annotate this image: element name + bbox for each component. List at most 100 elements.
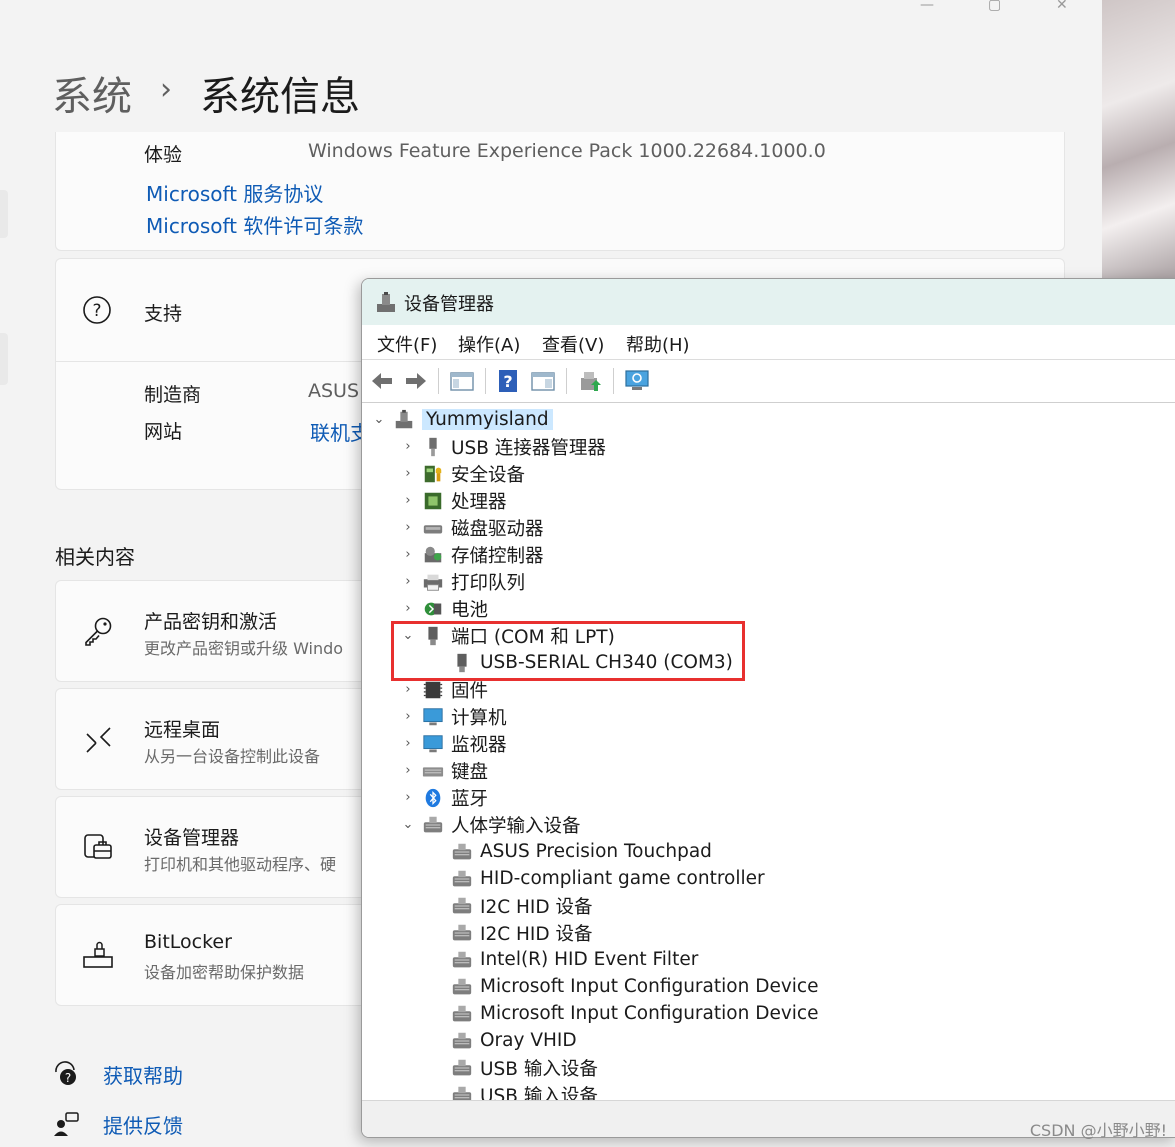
- chevron-down-icon[interactable]: ⌄: [401, 817, 415, 832]
- chevron-right-icon[interactable]: ›: [401, 439, 415, 454]
- help-icon[interactable]: ?: [496, 368, 522, 394]
- tree-device[interactable]: HID-compliant game controller: [430, 865, 765, 892]
- tree-category[interactable]: › 电池: [401, 595, 488, 622]
- forward-arrow-icon[interactable]: [403, 368, 429, 394]
- tree-device[interactable]: USB 输入设备: [430, 1081, 598, 1101]
- chevron-right-icon[interactable]: ›: [401, 736, 415, 751]
- service-agreement-link[interactable]: Microsoft 服务协议: [146, 178, 323, 207]
- related-subtitle-bitlocker: 设备加密帮助保护数据: [144, 963, 305, 982]
- bitlocker-icon: [83, 941, 113, 968]
- nav-edge-2[interactable]: [0, 333, 8, 385]
- tree-category[interactable]: › 计算机: [401, 703, 506, 730]
- node-label: 安全设备: [451, 464, 526, 486]
- chevron-right-icon[interactable]: ›: [401, 466, 415, 481]
- license-terms-link[interactable]: Microsoft 软件许可条款: [146, 210, 363, 239]
- tree-device[interactable]: USB 输入设备: [430, 1054, 598, 1081]
- node-label: Microsoft Input Configuration Device: [480, 976, 819, 997]
- page-title: 系统信息: [200, 74, 360, 120]
- related-title-remote-desktop: 远程桌面: [144, 719, 221, 741]
- tree-device[interactable]: Microsoft Input Configuration Device: [430, 1000, 818, 1027]
- related-title-product-key: 产品密钥和激活: [144, 611, 278, 633]
- node-label: 键盘: [451, 761, 489, 783]
- chevron-right-icon[interactable]: ›: [401, 790, 415, 805]
- node-label: Oray VHID: [480, 1030, 577, 1051]
- toolbar-separator: [566, 368, 567, 394]
- chevron-right-icon[interactable]: ›: [401, 574, 415, 589]
- chevron-right-icon[interactable]: ›: [401, 682, 415, 697]
- node-label: 打印队列: [451, 572, 526, 594]
- node-label: I2C HID 设备: [480, 923, 593, 945]
- nav-edge[interactable]: [0, 190, 8, 238]
- menu-help[interactable]: 帮助(H): [626, 331, 690, 357]
- breadcrumb-separator: ›: [160, 72, 172, 107]
- minimize-button[interactable]: —: [920, 0, 934, 12]
- toolbar-separator: [613, 368, 614, 394]
- device-manager-icon: [84, 834, 112, 859]
- close-button[interactable]: ✕: [1056, 0, 1068, 12]
- node-label: 人体学输入设备: [451, 815, 581, 837]
- window-title: 设备管理器: [404, 294, 494, 315]
- chevron-right-icon[interactable]: ›: [401, 547, 415, 562]
- chevron-right-icon[interactable]: ›: [401, 709, 415, 724]
- node-label: USB 输入设备: [480, 1085, 598, 1102]
- hid-icon: [450, 949, 474, 971]
- maximize-button[interactable]: ▢: [988, 0, 1001, 12]
- tree-category[interactable]: › 键盘: [401, 757, 488, 784]
- node-label: 处理器: [451, 491, 507, 513]
- tree-category[interactable]: › 存储控制器: [401, 541, 544, 568]
- svg-text:?: ?: [65, 1071, 71, 1085]
- node-label: Yummyisland: [422, 409, 553, 430]
- tree-category[interactable]: ⌄ 人体学输入设备: [401, 811, 581, 838]
- help-circle-icon: ?: [83, 296, 111, 324]
- tree-device[interactable]: Oray VHID: [430, 1027, 577, 1054]
- hid-icon: [450, 922, 474, 944]
- menu-view[interactable]: 查看(V): [542, 331, 604, 357]
- tree-category[interactable]: › 安全设备: [401, 460, 525, 487]
- disk-drive-icon: [421, 517, 445, 539]
- chevron-right-icon[interactable]: ›: [401, 601, 415, 616]
- related-subtitle-device-manager: 打印机和其他驱动程序、硬: [144, 855, 337, 874]
- tree-category[interactable]: › 磁盘驱动器: [401, 514, 543, 541]
- tree-category[interactable]: › 蓝牙: [401, 784, 488, 811]
- hid-icon: [450, 1057, 474, 1079]
- tree-category[interactable]: › 处理器: [401, 487, 507, 514]
- chevron-right-icon[interactable]: ›: [401, 763, 415, 778]
- node-label: ASUS Precision Touchpad: [480, 841, 712, 862]
- tree-root[interactable]: ⌄ Yummyisland: [372, 406, 553, 433]
- hid-icon: [421, 814, 445, 836]
- chevron-right-icon[interactable]: ›: [401, 493, 415, 508]
- node-label: 存储控制器: [451, 545, 544, 567]
- tree-category[interactable]: › 打印队列: [401, 568, 525, 595]
- tree-device[interactable]: Microsoft Input Configuration Device: [430, 973, 818, 1000]
- show-hide-console-tree-icon[interactable]: [449, 368, 475, 394]
- experience-label: 体验: [144, 144, 183, 166]
- menu-action[interactable]: 操作(A): [458, 331, 520, 357]
- properties-icon[interactable]: [530, 368, 556, 394]
- menu-file[interactable]: 文件(F): [377, 331, 437, 357]
- firmware-icon: [421, 679, 445, 701]
- get-help-link[interactable]: 获取帮助: [103, 1060, 183, 1089]
- hid-icon: [450, 895, 474, 917]
- title-bar[interactable]: 设备管理器: [362, 279, 1175, 325]
- tree-device[interactable]: ASUS Precision Touchpad: [430, 838, 712, 865]
- tree-category[interactable]: › USB 连接器管理器: [401, 433, 606, 460]
- toolbar-separator: [438, 368, 439, 394]
- tree-device[interactable]: Intel(R) HID Event Filter: [430, 946, 698, 973]
- chevron-down-icon[interactable]: ⌄: [372, 412, 386, 427]
- back-arrow-icon[interactable]: [369, 368, 395, 394]
- tree-device[interactable]: I2C HID 设备: [430, 892, 593, 919]
- hid-icon: [450, 1003, 474, 1025]
- experience-value: Windows Feature Experience Pack 1000.226…: [308, 140, 826, 162]
- svg-text:?: ?: [503, 372, 512, 391]
- feedback-icon: [54, 1112, 79, 1136]
- support-title: 支持: [144, 303, 183, 325]
- breadcrumb-parent[interactable]: 系统: [52, 64, 132, 122]
- update-driver-icon[interactable]: [577, 368, 603, 394]
- chevron-right-icon[interactable]: ›: [401, 520, 415, 535]
- scan-hardware-icon[interactable]: [624, 368, 650, 394]
- toolbar-separator: [485, 368, 486, 394]
- tree-category[interactable]: › 监视器: [401, 730, 506, 757]
- feedback-link[interactable]: 提供反馈: [103, 1110, 183, 1139]
- related-title-bitlocker: BitLocker: [144, 931, 232, 953]
- tree-device[interactable]: I2C HID 设备: [430, 919, 593, 946]
